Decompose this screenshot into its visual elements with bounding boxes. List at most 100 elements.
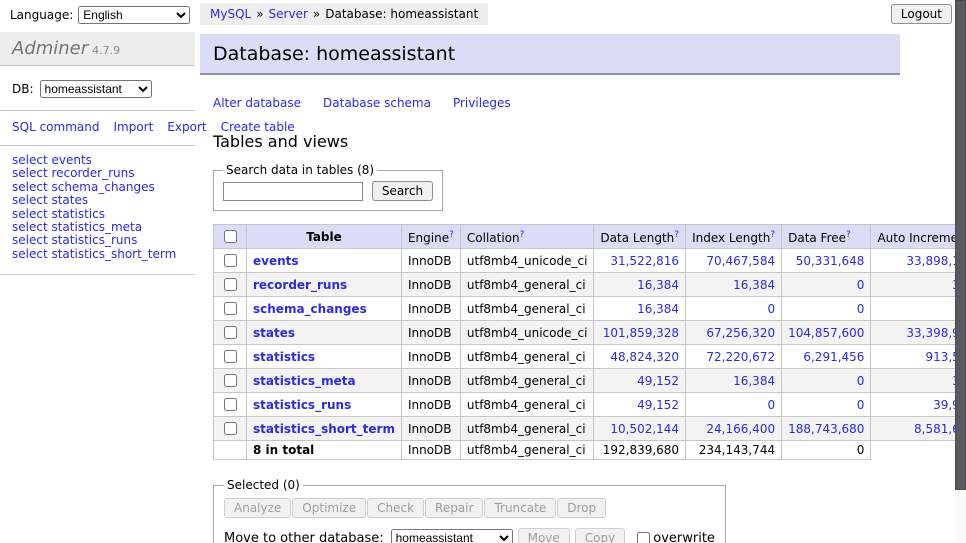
- table-row: eventsInnoDButf8mb4_unicode_ci31,522,816…: [214, 249, 966, 273]
- column-header-label: Index Length: [692, 231, 770, 245]
- collation-cell: utf8mb4_unicode_ci: [460, 249, 594, 273]
- data-length-link[interactable]: 49,152: [637, 398, 679, 412]
- data-length-link[interactable]: 101,859,328: [603, 326, 679, 340]
- table-name-link[interactable]: events: [253, 254, 299, 268]
- total-index-length-cell: 234,143,744: [686, 441, 782, 460]
- index-length-link[interactable]: 0: [767, 302, 775, 316]
- column-help-link[interactable]: ?: [674, 230, 679, 240]
- index-length-cell: 67,256,320: [686, 321, 782, 345]
- sidebar-table-link[interactable]: select recorder_runs: [12, 167, 195, 180]
- check-button[interactable]: Check: [367, 498, 424, 518]
- sidebar-table-link[interactable]: select statistics_runs: [12, 234, 195, 247]
- sidebar-table-link[interactable]: select statistics_meta: [12, 221, 195, 234]
- app-name[interactable]: Adminer: [12, 38, 88, 59]
- truncate-button[interactable]: Truncate: [484, 498, 556, 518]
- app-title: Adminer4.7.9: [0, 32, 195, 66]
- index-length-link[interactable]: 67,256,320: [706, 326, 775, 340]
- index-length-link[interactable]: 16,384: [733, 278, 775, 292]
- db-select[interactable]: homeassistant: [40, 80, 152, 98]
- language-select[interactable]: English: [78, 6, 190, 24]
- data-length-link[interactable]: 31,522,816: [610, 254, 679, 268]
- index-length-cell: 72,220,672: [686, 345, 782, 369]
- breadcrumb-item[interactable]: Server: [269, 7, 308, 21]
- index-length-link[interactable]: 0: [767, 398, 775, 412]
- scrollbar-thumb[interactable]: [955, 0, 966, 490]
- table-name-link[interactable]: statistics_short_term: [253, 422, 395, 436]
- repair-button[interactable]: Repair: [425, 498, 483, 518]
- data-length-link[interactable]: 10,502,144: [610, 422, 679, 436]
- sidebar-table-link[interactable]: select schema_changes: [12, 181, 195, 194]
- search-input[interactable]: [223, 182, 363, 201]
- table-name-link[interactable]: statistics: [253, 350, 315, 364]
- row-checkbox[interactable]: [224, 398, 237, 411]
- sidebar-table-links: select eventsselect recorder_runsselect …: [0, 146, 195, 274]
- breadcrumb-item[interactable]: MySQL: [210, 7, 251, 21]
- index-length-link[interactable]: 16,384: [733, 374, 775, 388]
- auto-increment-cell: 39,999: [871, 393, 966, 417]
- table-name-link[interactable]: schema_changes: [253, 302, 367, 316]
- data-length-link[interactable]: 16,384: [637, 302, 679, 316]
- column-help-link[interactable]: ?: [846, 230, 851, 240]
- select-all-checkbox[interactable]: [224, 230, 237, 243]
- sidebar-table-link[interactable]: select events: [12, 154, 195, 167]
- table-name-link[interactable]: states: [253, 326, 295, 340]
- column-help-link[interactable]: ?: [520, 230, 525, 240]
- data-free-link[interactable]: 188,743,680: [788, 422, 864, 436]
- sidebar-table-link[interactable]: select states: [12, 194, 195, 207]
- row-checkbox[interactable]: [224, 326, 237, 339]
- move-button[interactable]: Move: [518, 528, 570, 543]
- total-select-cell: [214, 441, 247, 460]
- sidebar-table-link[interactable]: select statistics: [12, 208, 195, 221]
- database-link[interactable]: Database schema: [323, 96, 431, 110]
- database-link[interactable]: Alter database: [213, 96, 301, 110]
- row-select-cell: [214, 249, 247, 273]
- sidebar-action-link[interactable]: SQL command: [12, 120, 99, 134]
- data-free-link[interactable]: 6,291,456: [803, 350, 864, 364]
- table-name-cell: states: [247, 321, 402, 345]
- search-button[interactable]: Search: [372, 181, 433, 201]
- row-checkbox[interactable]: [224, 422, 237, 435]
- table-name-link[interactable]: recorder_runs: [253, 278, 347, 292]
- sidebar-table-link[interactable]: select statistics_short_term: [12, 248, 195, 261]
- table-row: statistics_short_termInnoDButf8mb4_gener…: [214, 417, 966, 441]
- column-header-label: Auto Increment: [877, 231, 966, 245]
- optimize-button[interactable]: Optimize: [292, 498, 366, 518]
- data-free-link[interactable]: 104,857,600: [788, 326, 864, 340]
- total-label-cell: 8 in total: [247, 441, 402, 460]
- selected-legend: Selected (0): [224, 478, 303, 492]
- column-help-link[interactable]: ?: [449, 230, 454, 240]
- database-link[interactable]: Privileges: [453, 96, 511, 110]
- row-checkbox[interactable]: [224, 350, 237, 363]
- sidebar-action-links: SQL commandImportExportCreate table: [0, 111, 195, 145]
- data-free-link[interactable]: 0: [857, 278, 865, 292]
- move-database-select[interactable]: homeassistant: [391, 529, 513, 543]
- copy-button[interactable]: Copy: [575, 528, 625, 543]
- table-name-cell: statistics: [247, 345, 402, 369]
- row-checkbox[interactable]: [224, 374, 237, 387]
- breadcrumb-separator: »: [256, 7, 263, 21]
- index-length-link[interactable]: 24,166,400: [706, 422, 775, 436]
- table-name-link[interactable]: statistics_runs: [253, 398, 351, 412]
- sidebar-action-link[interactable]: Import: [113, 120, 153, 134]
- data-free-link[interactable]: 0: [857, 374, 865, 388]
- table-row: statistics_metaInnoDButf8mb4_general_ci4…: [214, 369, 966, 393]
- analyze-button[interactable]: Analyze: [224, 498, 291, 518]
- row-checkbox[interactable]: [224, 254, 237, 267]
- main-content: MySQL»Server»Database: homeassistant Dat…: [200, 0, 912, 543]
- index-length-link[interactable]: 72,220,672: [706, 350, 775, 364]
- data-length-link[interactable]: 16,384: [637, 278, 679, 292]
- row-checkbox[interactable]: [224, 302, 237, 315]
- data-length-link[interactable]: 48,824,320: [610, 350, 679, 364]
- data-free-link[interactable]: 50,331,648: [796, 254, 865, 268]
- row-select-cell: [214, 273, 247, 297]
- data-free-link[interactable]: 0: [857, 302, 865, 316]
- data-length-link[interactable]: 49,152: [637, 374, 679, 388]
- total-data-free-cell: 0: [782, 441, 871, 460]
- column-help-link[interactable]: ?: [770, 230, 775, 240]
- index-length-link[interactable]: 70,467,584: [706, 254, 775, 268]
- overwrite-checkbox[interactable]: [637, 532, 650, 543]
- row-checkbox[interactable]: [224, 278, 237, 291]
- data-free-link[interactable]: 0: [857, 398, 865, 412]
- table-name-link[interactable]: statistics_meta: [253, 374, 356, 388]
- drop-button[interactable]: Drop: [557, 498, 606, 518]
